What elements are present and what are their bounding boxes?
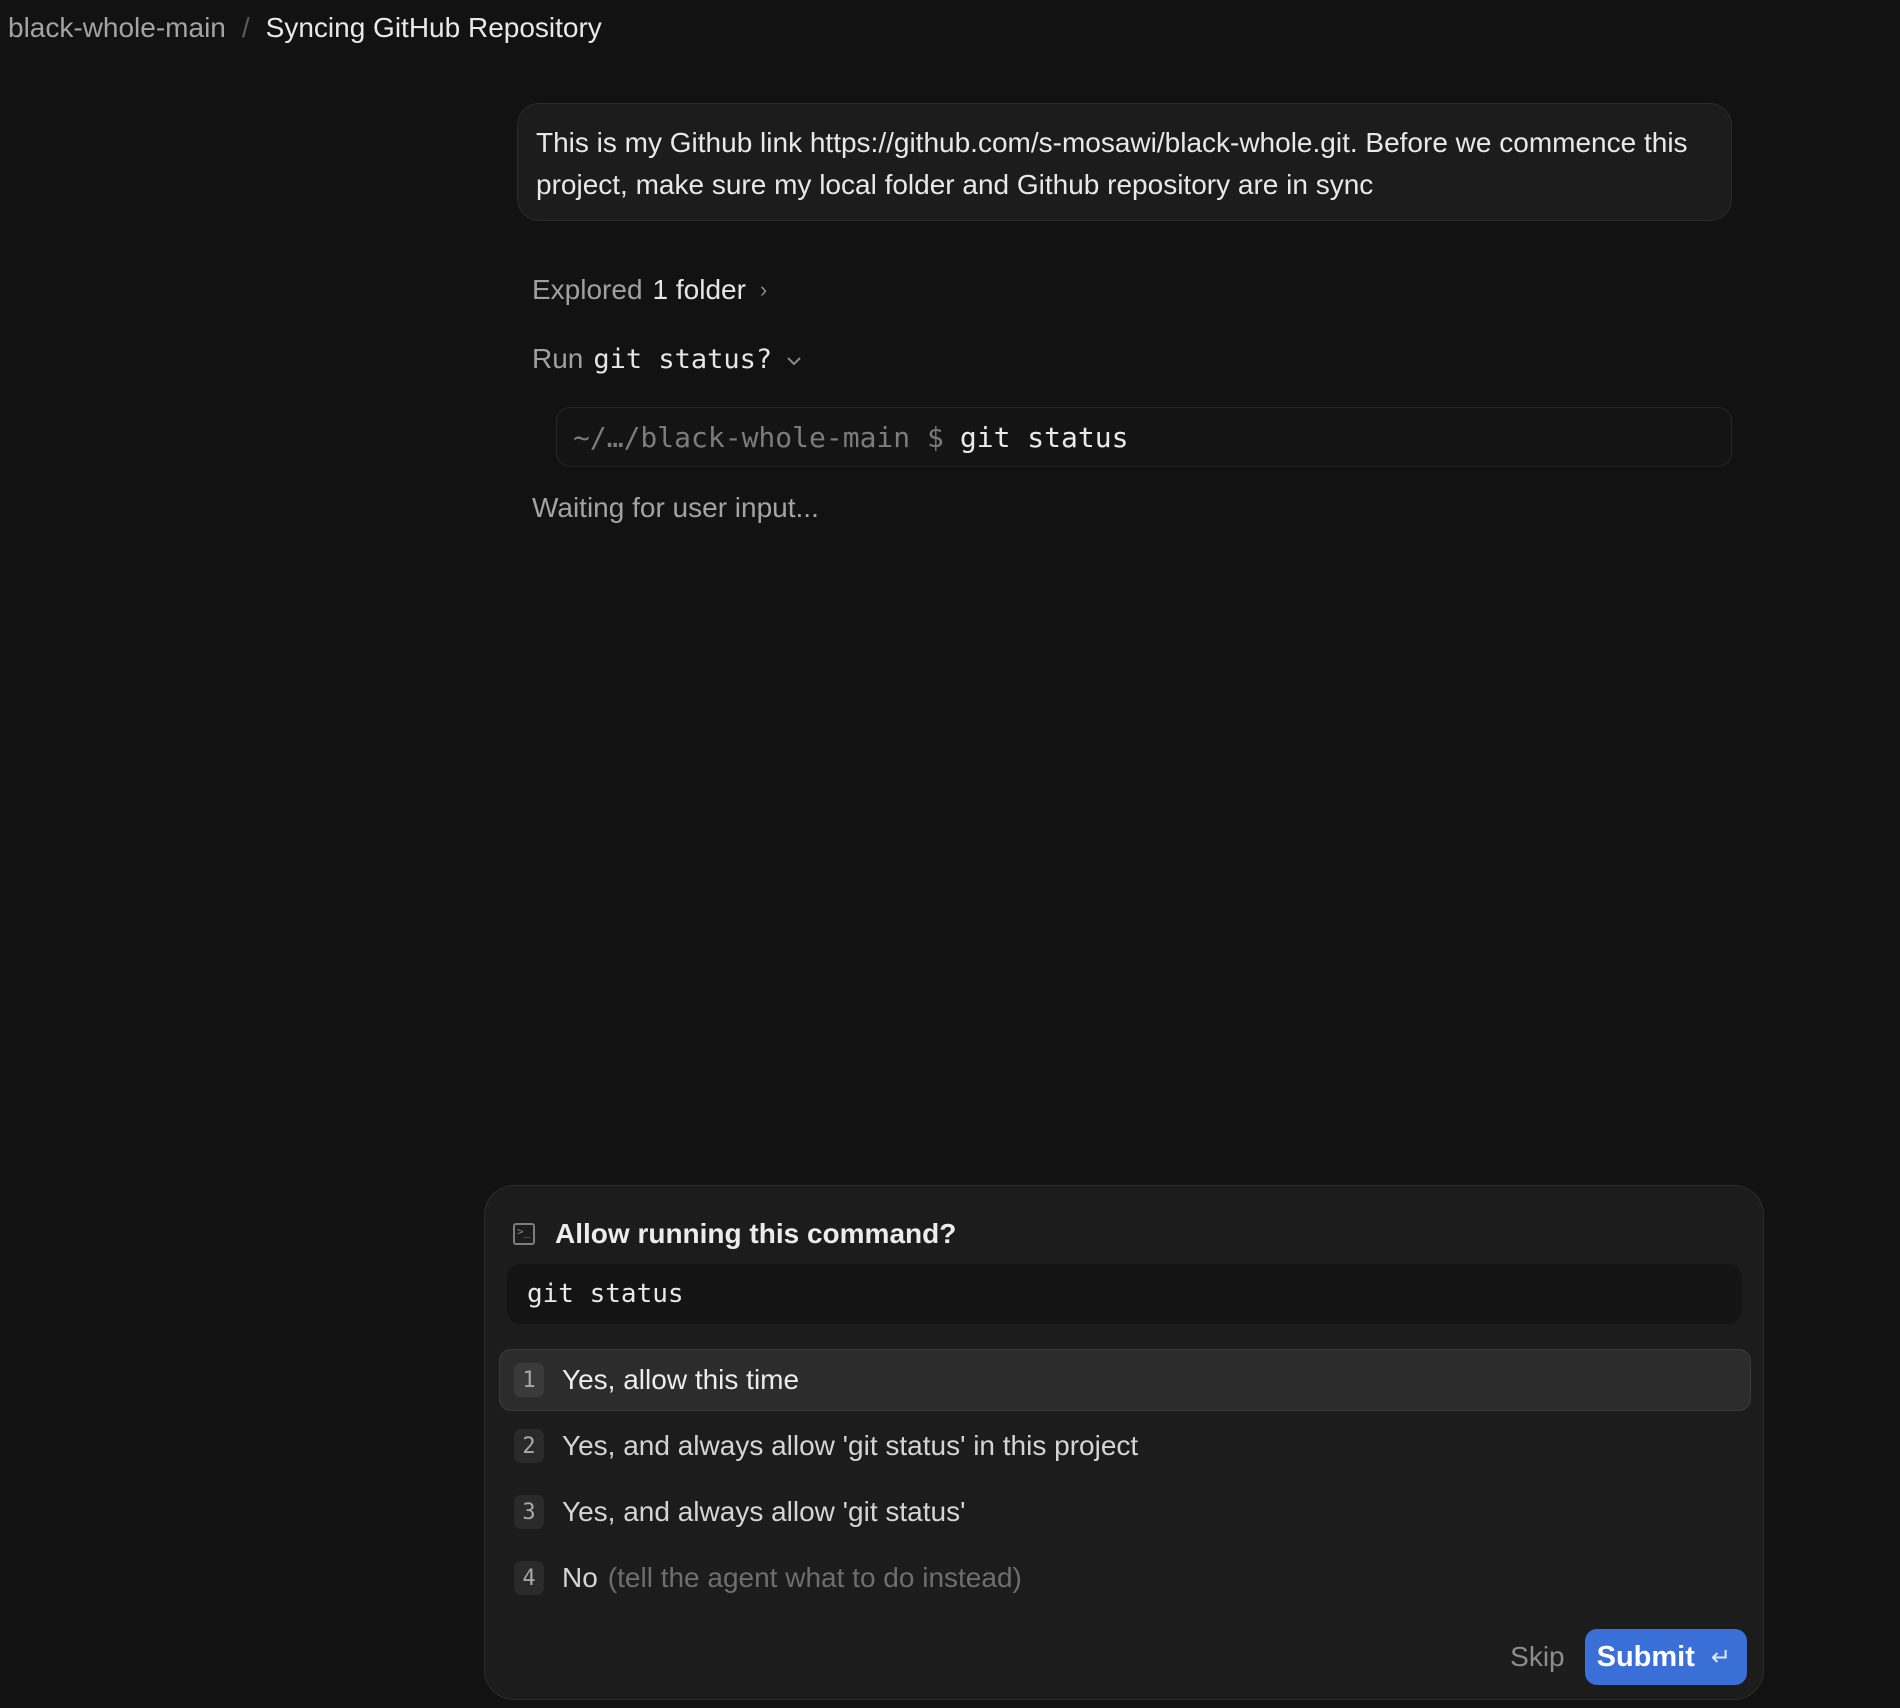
option-label: Yes, and always allow 'git status' in th… [562,1430,1139,1461]
terminal-prompt: ~/…/black-whole-main $ [573,420,944,454]
option-allow-once[interactable]: 1 Yes, allow this time [499,1349,1751,1411]
page-title: Syncing GitHub Repository [265,12,602,43]
option-deny[interactable]: 4 No (tell the agent what to do instead) [499,1547,1751,1609]
breadcrumb-separator: / [241,12,250,43]
option-number: 2 [514,1429,544,1463]
option-number: 3 [514,1495,544,1529]
option-label: Yes, and always allow 'git status' [562,1496,966,1527]
permission-command: git status [507,1264,1742,1324]
skip-button[interactable]: Skip [1510,1641,1564,1673]
submit-label: Submit [1596,1640,1695,1673]
option-number: 1 [514,1363,544,1397]
terminal-icon: >_ [513,1223,535,1245]
explored-toggle[interactable]: Explored 1 folder › [532,270,767,310]
user-message-text: This is my Github link https://github.co… [536,127,1688,200]
explored-label: Explored [532,274,643,305]
option-hint: (tell the agent what to do instead) [607,1562,1022,1593]
option-allow-always[interactable]: 3 Yes, and always allow 'git status' [499,1481,1751,1543]
chevron-down-icon [786,346,802,372]
permission-title: Allow running this command? [555,1218,957,1249]
terminal-command: git status [959,420,1129,454]
waiting-status: Waiting for user input... [532,492,819,523]
user-message: This is my Github link https://github.co… [517,103,1732,221]
run-label: Run [532,343,584,374]
breadcrumb: black-whole-main / Syncing GitHub Reposi… [8,10,602,46]
chevron-right-icon: › [759,277,768,302]
permission-header: >_ Allow running this command? [513,1214,956,1254]
permission-command-text: git status [527,1279,684,1309]
permission-options: 1 Yes, allow this time 2 Yes, and always… [499,1349,1751,1613]
permission-actions: Skip Submit ↵ [1510,1629,1747,1685]
breadcrumb-project[interactable]: black-whole-main [8,12,226,44]
run-command: git status? [593,343,773,375]
option-label: Yes, allow this time [562,1364,800,1395]
run-command-toggle[interactable]: Run git status? [532,339,802,379]
option-number: 4 [514,1561,544,1595]
enter-icon: ↵ [1710,1643,1731,1671]
terminal-command-box: ~/…/black-whole-main $ git status [556,407,1732,467]
submit-button[interactable]: Submit ↵ [1584,1629,1747,1685]
permission-panel: >_ Allow running this command? git statu… [484,1185,1764,1700]
explored-count: 1 folder [652,274,746,305]
option-label: No [562,1562,598,1593]
option-allow-project[interactable]: 2 Yes, and always allow 'git status' in … [499,1415,1751,1477]
